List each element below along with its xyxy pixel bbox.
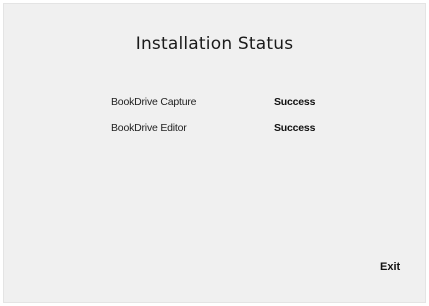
component-status: Success bbox=[274, 122, 316, 134]
status-row: BookDrive Capture Success bbox=[4, 94, 425, 110]
component-name: BookDrive Capture bbox=[111, 96, 197, 108]
component-status: Success bbox=[274, 96, 316, 108]
installation-status-window: Installation Status BookDrive Capture Su… bbox=[3, 3, 426, 303]
component-name: BookDrive Editor bbox=[111, 122, 187, 134]
exit-button[interactable]: Exit bbox=[380, 261, 400, 273]
status-row: BookDrive Editor Success bbox=[4, 120, 425, 136]
dialog-title: Installation Status bbox=[135, 34, 294, 54]
